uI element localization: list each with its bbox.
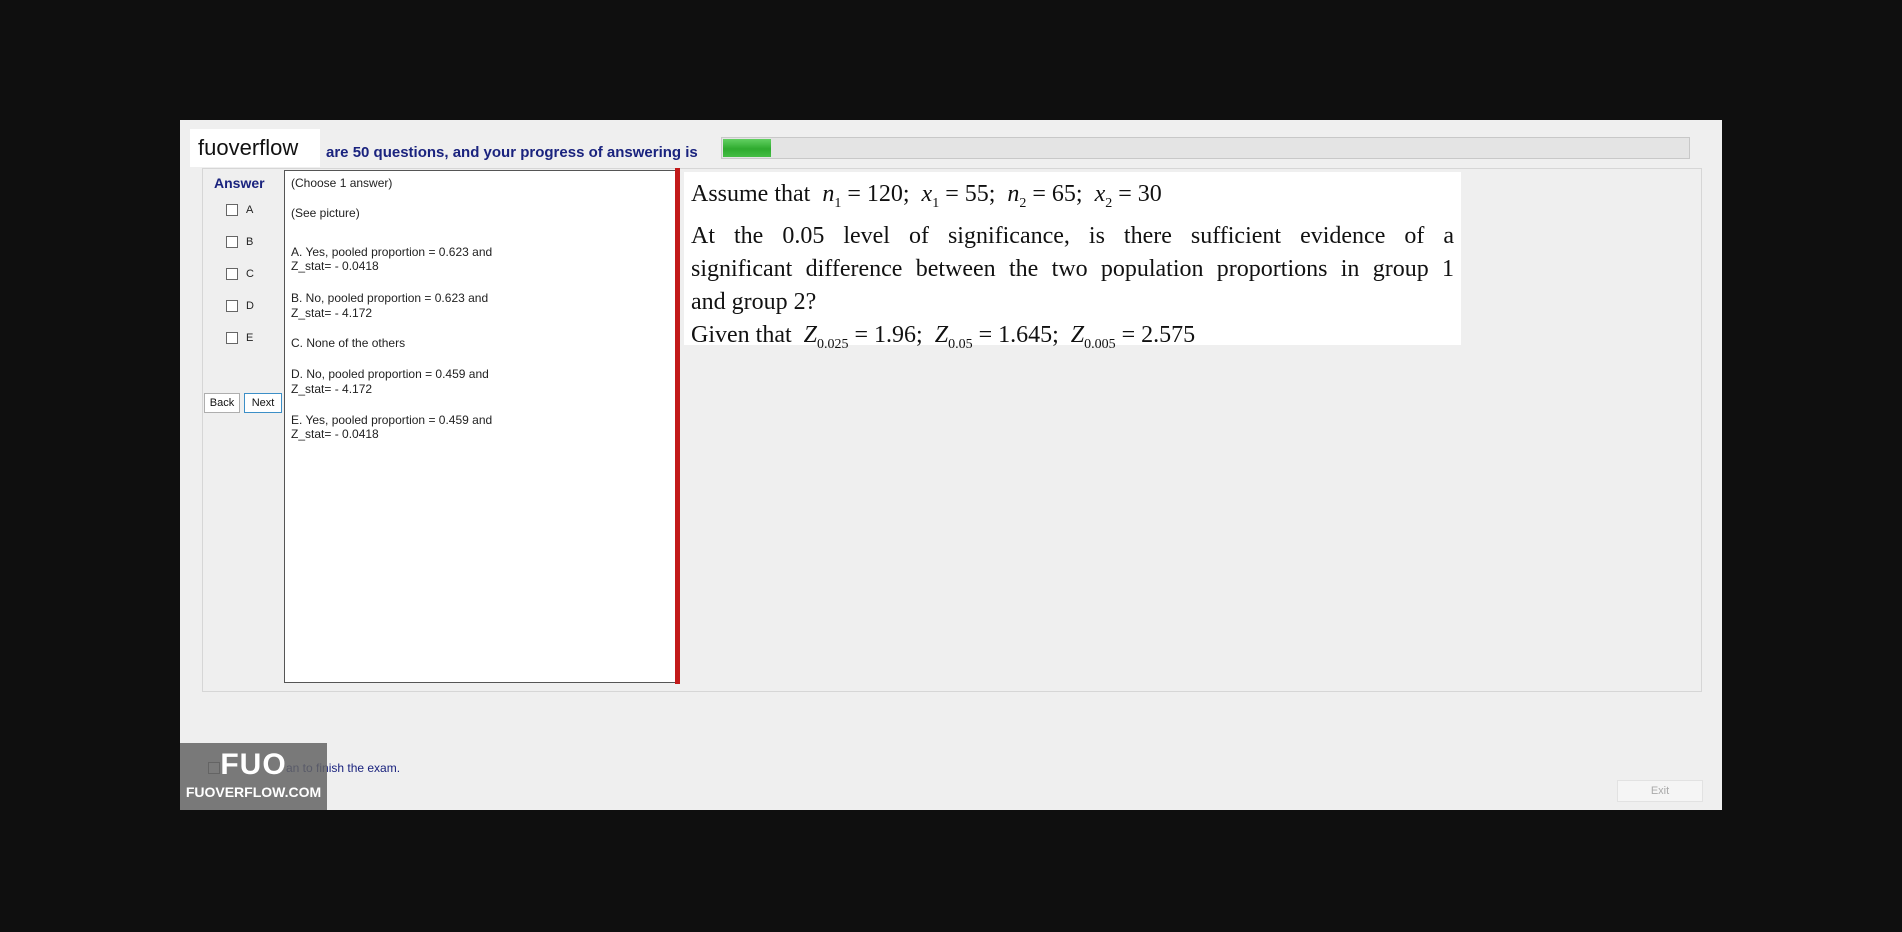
z3-symbol: Z bbox=[1070, 321, 1085, 348]
progress-text: are 50 questions, and your progress of a… bbox=[326, 144, 698, 161]
x2-value: = 30 bbox=[1112, 181, 1162, 207]
z2-value: = 1.645; bbox=[972, 321, 1059, 348]
exam-window: fuoverflow are 50 questions, and your pr… bbox=[180, 120, 1722, 810]
x1-symbol: x bbox=[921, 181, 933, 207]
watermark-logo: FUO FUOVERFLOW.COM bbox=[180, 743, 327, 810]
question-see-picture: (See picture) bbox=[291, 206, 360, 220]
next-button[interactable]: Next bbox=[244, 393, 282, 413]
option-b-label: B bbox=[246, 236, 254, 248]
option-e-label: E bbox=[246, 332, 254, 344]
n2-value: = 65; bbox=[1026, 181, 1083, 207]
back-button[interactable]: Back bbox=[204, 393, 240, 413]
z2-symbol: Z bbox=[934, 321, 949, 348]
given-text: Given that bbox=[691, 321, 792, 348]
z1-subscript: 0.025 bbox=[817, 336, 849, 352]
option-d-label: D bbox=[246, 300, 254, 312]
x1-value: = 55; bbox=[939, 181, 996, 207]
choice-d-line1: D. No, pooled proportion = 0.459 and bbox=[291, 367, 489, 381]
option-b-checkbox[interactable] bbox=[226, 236, 238, 248]
option-c-label: C bbox=[246, 268, 254, 280]
progress-bar bbox=[721, 137, 1690, 159]
z1-value: = 1.96; bbox=[848, 321, 923, 348]
z3-subscript: 0.005 bbox=[1084, 336, 1116, 352]
watermark-site-text: FUOVERFLOW.COM bbox=[185, 784, 322, 800]
n1-symbol: n bbox=[822, 181, 835, 207]
question-text-line2: At the 0.05 level of significance, is th… bbox=[691, 222, 1454, 249]
question-image: Assume that n1 = 120; x1 = 55; n2 = 65; … bbox=[684, 172, 1461, 352]
choice-d-line2: Z_stat= - 4.172 bbox=[291, 382, 373, 396]
option-c[interactable]: C bbox=[226, 268, 254, 280]
choice-e-line1: E. Yes, pooled proportion = 0.459 and bbox=[291, 413, 493, 427]
choice-a-line2: Z_stat= - 0.0418 bbox=[291, 259, 379, 273]
z2-subscript: 0.05 bbox=[948, 336, 973, 352]
n2-symbol: n bbox=[1007, 181, 1020, 207]
x2-symbol: x bbox=[1094, 181, 1106, 207]
option-e-checkbox[interactable] bbox=[226, 332, 238, 344]
option-e[interactable]: E bbox=[226, 332, 253, 344]
option-a[interactable]: A bbox=[226, 204, 253, 216]
assume-text: Assume that bbox=[691, 181, 811, 207]
option-c-checkbox[interactable] bbox=[226, 268, 238, 280]
watermark-big-text: FUO bbox=[220, 748, 287, 781]
progress-bar-fill bbox=[723, 139, 772, 157]
choice-b-line1: B. No, pooled proportion = 0.623 and bbox=[291, 291, 489, 305]
option-d-checkbox[interactable] bbox=[226, 300, 238, 312]
question-critical-values: Given that Z0.025 = 1.96; Z0.05 = 1.645;… bbox=[691, 319, 1454, 361]
pane-splitter[interactable] bbox=[675, 168, 680, 684]
choice-e-line2: Z_stat= - 0.0418 bbox=[291, 427, 379, 441]
question-text-line4: and group 2? bbox=[691, 288, 817, 315]
choice-c-line1: C. None of the others bbox=[291, 336, 406, 350]
answer-title: Answer bbox=[214, 175, 265, 191]
question-instruction: (Choose 1 answer) bbox=[291, 176, 393, 190]
z3-value: = 2.575 bbox=[1115, 321, 1196, 348]
question-given-values: Assume that n1 = 120; x1 = 55; n2 = 65; … bbox=[691, 178, 1454, 220]
option-a-checkbox[interactable] bbox=[226, 204, 238, 216]
option-b[interactable]: B bbox=[226, 236, 253, 248]
z1-symbol: Z bbox=[803, 321, 817, 348]
question-panel: (Choose 1 answer) (See picture) A. Yes, … bbox=[284, 170, 678, 683]
option-a-label: A bbox=[246, 204, 254, 216]
exit-button[interactable]: Exit bbox=[1617, 780, 1703, 802]
choice-a-line1: A. Yes, pooled proportion = 0.623 and bbox=[291, 245, 493, 259]
choice-b-line2: Z_stat= - 4.172 bbox=[291, 306, 373, 320]
question-text-line3: significant difference between the two p… bbox=[691, 255, 1454, 282]
n1-value: = 120; bbox=[841, 181, 910, 207]
logo: fuoverflow bbox=[190, 129, 320, 167]
option-d[interactable]: D bbox=[226, 300, 254, 312]
